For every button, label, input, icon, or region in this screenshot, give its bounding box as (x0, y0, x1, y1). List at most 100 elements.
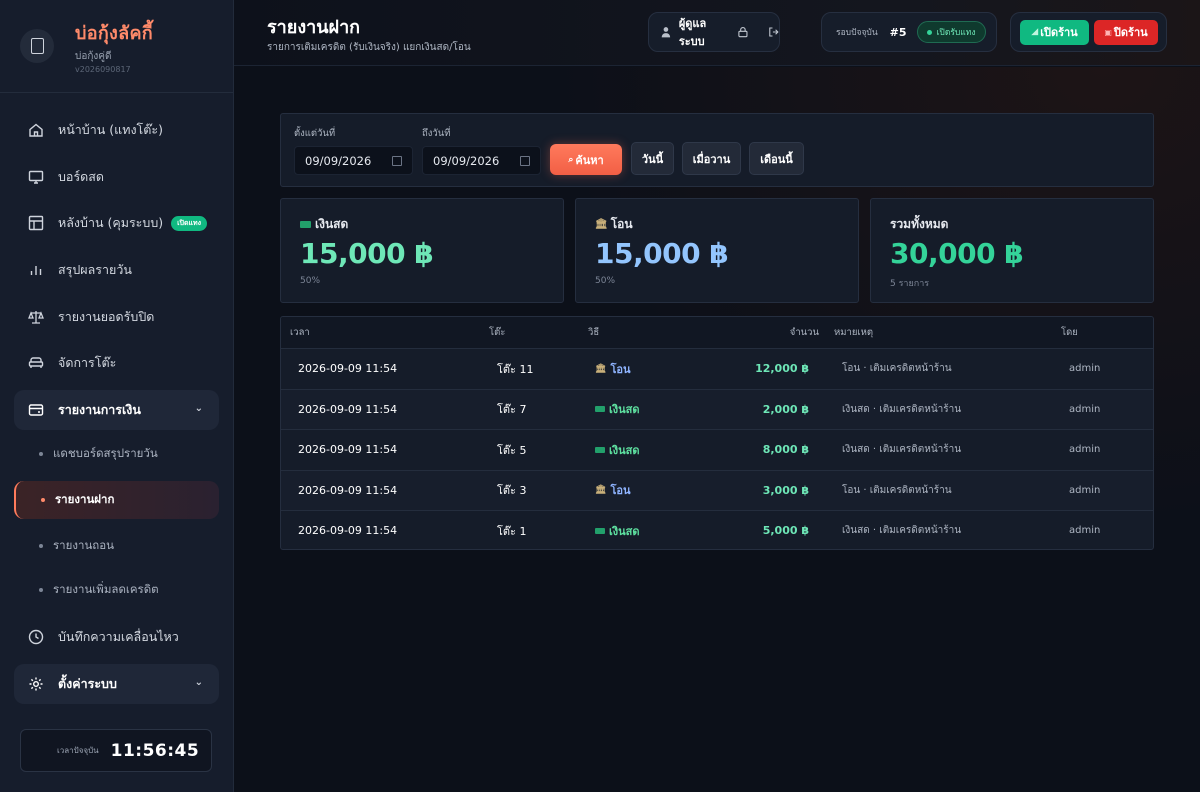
logout-icon[interactable] (768, 26, 779, 38)
sidebar-item-label: รายงานยอดรับปิด (58, 308, 155, 324)
sidebar-item-label: จัดการโต๊ะ (58, 355, 117, 371)
sidebar-group-settings[interactable]: ตั้งค่าระบบ ⌄ (14, 663, 219, 704)
bar-chart-icon (30, 266, 42, 276)
clock-label: เวลาปัจจุบัน (57, 746, 99, 755)
search-label: ค้นหา (575, 153, 604, 167)
row-method: เงินสด (595, 390, 640, 430)
page-title: รายงานฝาก (267, 17, 361, 38)
brand-name: บ่อกุ้งลัคกี้ (75, 23, 153, 44)
table-row[interactable]: 2026-09-09 11:54 โต๊ะ 5 เงินสด 8,000 ฿ เงินส… (281, 429, 1153, 470)
round-status-text: เปิดรับแทง (936, 28, 976, 38)
col-by-header[interactable]: โดย (1061, 317, 1078, 348)
to-date-input[interactable]: 09/09/2026 (422, 146, 541, 175)
row-method-label: เงินสด (609, 403, 640, 417)
from-date-input[interactable]: 09/09/2026 (294, 146, 413, 175)
row-by: admin (1069, 484, 1101, 496)
close-shop-label: ปิดร้าน (1113, 26, 1148, 39)
sidebar-item-closing-report[interactable]: รายงานยอดรับปิด (14, 297, 219, 337)
row-method: 🏛 โอน (595, 471, 630, 511)
col-note-header[interactable]: หมายเหตุ (834, 317, 873, 348)
row-amount: 5,000 ฿ (762, 524, 809, 538)
row-note: โอน · เติมเครดิตหน้าร้าน (842, 363, 952, 375)
sidebar-item-home[interactable]: หน้าบ้าน (แทงโต๊ะ) (14, 110, 219, 150)
sidebar-item-activity-log[interactable]: บันทึกความเคลื่อนไหว (14, 617, 219, 657)
row-table: โต๊ะ 5 (497, 443, 527, 457)
sofa-icon (28, 357, 44, 369)
row-table: โต๊ะ 3 (497, 484, 527, 498)
sidebar-item-live-board[interactable]: บอร์ดสด (14, 157, 219, 197)
row-by: admin (1069, 363, 1101, 375)
cash-stat-label-row: เงินสด (300, 215, 563, 234)
col-method-header[interactable]: วิธี (588, 317, 599, 348)
row-time: 2026-09-09 11:54 (298, 362, 398, 376)
deposit-table: เวลา โต๊ะ วิธี จำนวน หมายเหตุ โดย 2026-0… (280, 316, 1154, 550)
round-label: รอบปัจจุบัน (836, 28, 878, 38)
brand-header: บ่อกุ้งลัคกี้ บ่อกุ้งคู่ดี v2026090817 (0, 0, 233, 93)
bullet-icon (39, 587, 43, 592)
status-badge: เปิดแทง (171, 215, 208, 231)
table-header: เวลา โต๊ะ วิธี จำนวน หมายเหตุ โดย (281, 317, 1153, 348)
search-button[interactable]: ⌕ ค้นหา (550, 144, 622, 175)
top-header: รายงานฝาก รายการเติมเครดิต (รับเงินจริง)… (234, 0, 1200, 66)
sidebar-subitem-deposit-report[interactable]: รายงานฝาก (14, 480, 219, 519)
col-table-header[interactable]: โต๊ะ (489, 317, 505, 348)
col-time-header[interactable]: เวลา (290, 317, 310, 348)
this-month-button[interactable]: เดือนนี้ (749, 142, 804, 175)
row-method: เงินสด (595, 430, 640, 470)
sidebar-item-label: รายงานการเงิน (58, 402, 141, 418)
sidebar-subitem-credit-adjust-report[interactable]: รายงานเพิ่มลดเครดิต (14, 573, 219, 607)
col-amount-header[interactable]: จำนวน (790, 317, 819, 348)
row-time: 2026-09-09 11:54 (298, 402, 398, 416)
today-button[interactable]: วันนี้ (631, 142, 674, 175)
transfer-stat-percent: 50% (595, 276, 616, 286)
row-amount: 8,000 ฿ (762, 443, 809, 457)
cash-icon (595, 527, 605, 534)
round-panel: รอบปัจจุบัน #5 เปิดรับแทง (821, 12, 997, 52)
bank-icon: 🏛 (595, 363, 607, 374)
bullet-icon (39, 451, 43, 456)
wallet-icon (28, 404, 44, 416)
table-row[interactable]: 2026-09-09 11:54 โต๊ะ 11 🏛 โอน 12,000 ฿ โอน ·… (281, 348, 1153, 389)
row-by: admin (1069, 403, 1101, 415)
total-stat-card: รวมทั้งหมด 30,000 ฿ 5 รายการ (870, 198, 1154, 303)
sidebar-subitem-withdraw-report[interactable]: รายงานถอน (14, 529, 219, 563)
close-shop-button[interactable]: ▣ ปิดร้าน (1094, 19, 1158, 45)
table-row[interactable]: 2026-09-09 11:54 โต๊ะ 1 เงินสด 5,000 ฿ เงินส… (281, 510, 1153, 549)
row-amount: 12,000 ฿ (755, 362, 809, 376)
cash-stat-card: เงินสด 15,000 ฿ 50% (280, 198, 564, 303)
sidebar-item-daily-summary[interactable]: สรุปผลรายวัน (14, 250, 219, 290)
from-date-label: ตั้งแต่วันที่ (294, 128, 336, 139)
lock-icon[interactable] (738, 26, 748, 38)
sidebar-nav: หน้าบ้าน (แทงโต๊ะ) บอร์ดสด หลังบ้าน (คุม… (14, 110, 219, 710)
round-number: #5 (889, 25, 907, 39)
gear-icon (29, 677, 43, 690)
cash-icon (595, 446, 605, 453)
total-stat-label: รวมทั้งหมด (890, 217, 949, 231)
sidebar-group-finance[interactable]: รายงานการเงิน ⌄ (14, 390, 219, 431)
row-table: โต๊ะ 11 (497, 362, 534, 376)
table-row[interactable]: 2026-09-09 11:54 โต๊ะ 7 เงินสด 2,000 ฿ เงินส… (281, 388, 1153, 430)
page-subtitle: รายการเติมเครดิต (รับเงินจริง) แยกเงินสด… (267, 42, 471, 53)
row-method: เงินสด (595, 511, 640, 549)
open-shop-button[interactable]: ◢ เปิดร้าน (1020, 19, 1089, 45)
round-status-badge: เปิดรับแทง (916, 21, 986, 43)
home-icon (29, 123, 43, 137)
flag-icon: ◢ (1031, 27, 1039, 37)
brand-logo[interactable] (20, 29, 54, 63)
to-date-label: ถึงวันที่ (422, 128, 451, 139)
sidebar-item-manage-tables[interactable]: จัดการโต๊ะ (14, 343, 219, 383)
transfer-stat-card: 🏛 โอน 15,000 ฿ 50% (575, 198, 859, 303)
yesterday-button[interactable]: เมื่อวาน (682, 142, 741, 175)
transfer-stat-label-row: 🏛 โอน (595, 215, 858, 234)
row-time: 2026-09-09 11:54 (298, 443, 398, 457)
row-table: โต๊ะ 7 (497, 403, 527, 417)
sidebar: บ่อกุ้งลัคกี้ บ่อกุ้งคู่ดี v2026090817 ห… (0, 0, 234, 792)
sidebar-item-backoffice[interactable]: หลังบ้าน (คุมระบบ) เปิดแทง (14, 203, 219, 243)
row-time: 2026-09-09 11:54 (298, 524, 398, 538)
table-row[interactable]: 2026-09-09 11:54 โต๊ะ 3 🏛 โอน 3,000 ฿ โอน · เ… (281, 469, 1153, 511)
open-shop-label: เปิดร้าน (1040, 26, 1078, 39)
table-body: 2026-09-09 11:54 โต๊ะ 11 🏛 โอน 12,000 ฿ โอน ·… (281, 348, 1153, 549)
sidebar-subitem-daily-dashboard[interactable]: แดชบอร์ดสรุปรายวัน (14, 437, 219, 471)
main-content: ตั้งแต่วันที่ 09/09/2026 ถึงวันที่ 09/09… (234, 67, 1200, 792)
status-dot-icon (926, 29, 932, 35)
